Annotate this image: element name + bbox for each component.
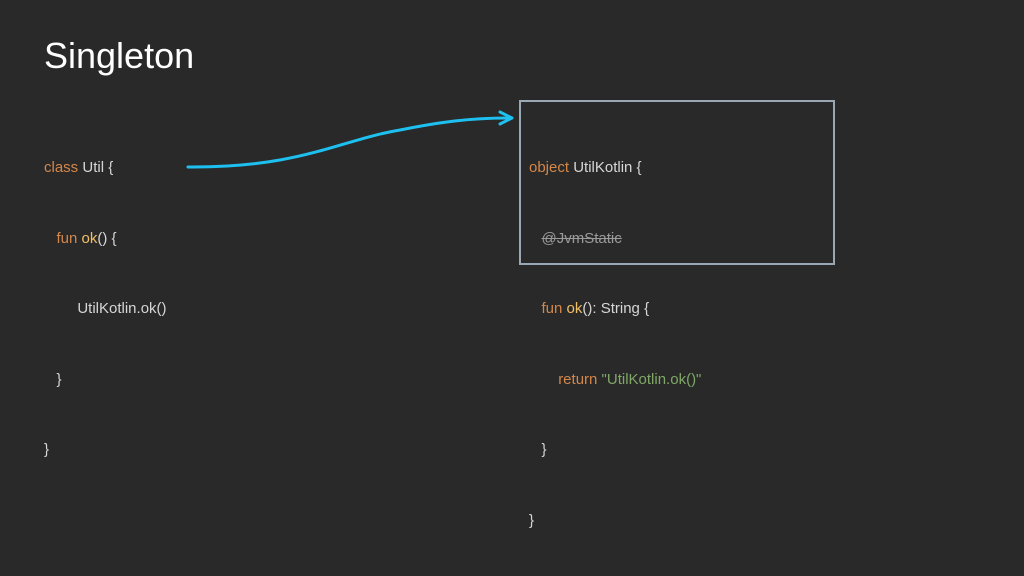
code-line: } [44, 370, 62, 388]
code-line: fun ok(): String { [529, 297, 701, 321]
code-line: object UtilKotlin { [529, 156, 701, 180]
util-class-code: class Util { fun ok() { UtilKotlin.ok() … [44, 109, 167, 509]
code-line: return "UtilKotlin.ok()" [529, 368, 701, 392]
util-kotlin-object-code: object UtilKotlin { @JvmStatic fun ok():… [529, 109, 701, 576]
arrow-head [498, 110, 514, 126]
keyword: object [529, 159, 570, 176]
string-literal: "UtilKotlin.ok()" [601, 370, 702, 388]
code-text: () { [97, 229, 117, 247]
function-name: ok [81, 229, 98, 247]
code-line: } [529, 441, 547, 458]
code-text: (): String { [582, 300, 650, 317]
keyword: class [44, 159, 79, 176]
code-line: fun ok() { [44, 227, 167, 251]
code-line: @JvmStatic [529, 227, 701, 251]
slide: Singleton class Util { fun ok() { UtilKo… [0, 0, 1024, 576]
keyword: return [558, 370, 598, 388]
code-line: UtilKotlin.ok() [44, 300, 167, 317]
annotation-struck: @JvmStatic [541, 229, 622, 247]
function-name: ok [566, 300, 583, 317]
code-line: class Util { [44, 156, 167, 180]
arrow-path [186, 116, 510, 169]
code-text: Util { [78, 159, 114, 176]
code-line: } [529, 511, 535, 529]
code-line: } [44, 441, 50, 458]
slide-title: Singleton [44, 35, 195, 76]
code-text: UtilKotlin { [569, 159, 642, 176]
keyword: fun [56, 229, 78, 247]
keyword: fun [541, 300, 563, 317]
